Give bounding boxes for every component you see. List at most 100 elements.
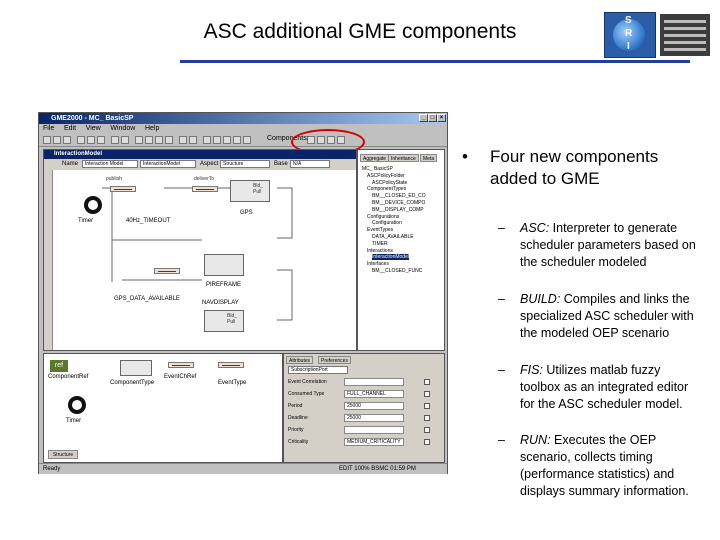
main-bullet: • Four new components added to GME [462,146,702,190]
attribute-checkbox[interactable] [424,439,430,445]
tab-meta[interactable]: Meta [420,154,438,162]
deliver-event-channel[interactable] [192,186,218,192]
attribute-checkbox[interactable] [424,403,430,409]
cut-icon[interactable] [77,136,85,144]
tab-inheritance[interactable]: Inheritance [388,154,419,162]
tree-item[interactable]: Configuration [372,220,402,226]
model-header: Name Interaction Model InteractionModel … [44,159,356,170]
fis-text: Utilizes matlab fuzzy toolbox as an inte… [520,363,689,411]
tab-preferences[interactable]: Preferences [318,356,351,364]
sub-bullet-fis: – FIS: Utilizes matlab fuzzy toolbox as … [498,363,689,411]
pireframe-label: PIREFRAME [206,282,242,288]
minimize-button[interactable]: _ [419,114,428,122]
attribute-checkbox[interactable] [424,415,430,421]
timeout-event-channel[interactable] [110,186,136,192]
event-ch-ref-part[interactable] [168,362,194,368]
tree-item[interactable]: EventTypes [367,227,393,233]
attribute-value-field[interactable]: 25000 [344,402,404,410]
tree-item[interactable]: Interactions [367,248,393,254]
aspect-select[interactable]: Structure [220,160,270,168]
navigate-down-icon[interactable] [213,136,221,144]
base-label: Base [274,161,288,167]
check-icon[interactable] [233,136,241,144]
tree-item[interactable]: TIMER [372,241,388,247]
navdisplay-component[interactable]: Bld_ Pull [204,310,244,332]
menu-file[interactable]: File [43,125,54,132]
tree-item[interactable]: ASCPolicyState [372,180,407,186]
timer-clock-icon[interactable] [84,196,102,214]
disconnect-icon[interactable] [165,136,173,144]
help-icon[interactable] [189,136,197,144]
new-icon[interactable] [43,136,51,144]
tree-item[interactable]: InteractionModel [372,254,409,261]
tree-item[interactable]: Interfaces [367,261,389,267]
port-name-field: SubscriptionPort [288,366,348,374]
close-button[interactable]: × [437,114,446,122]
layout-icon[interactable] [223,136,231,144]
tab-attributes[interactable]: Attributes [286,356,314,364]
tab-aggregate[interactable]: Aggregate [360,154,390,162]
attribute-row: Period 25000 [288,402,438,411]
status-indicators: EDIT 100% BSMC 01:59 PM [339,466,416,472]
attribute-value-field[interactable]: 25000 [344,414,404,422]
attribute-value-field[interactable] [344,378,404,386]
component-ref-part[interactable]: ref [50,360,68,372]
component-type-label: ComponentType [110,380,155,386]
logo-letter-i: I [627,41,630,52]
status-bar: Ready EDIT 100% BSMC 01:59 PM [39,463,447,474]
undo-icon[interactable] [111,136,119,144]
tree-item[interactable]: Configurations [367,214,399,220]
tree-item[interactable]: MC_ BasicSP [362,166,393,172]
tree-item[interactable]: BM__DEVICE_COMPO [372,200,425,206]
redo-icon[interactable] [121,136,129,144]
tree-item[interactable]: ASCPolicyFolder [367,173,405,179]
attribute-row: Deadline 25000 [288,414,438,423]
pireframe-component[interactable] [204,254,244,276]
attribute-value-field[interactable] [344,426,404,434]
grid-icon[interactable] [145,136,153,144]
menu-window[interactable]: Window [110,125,135,132]
open-icon[interactable] [53,136,61,144]
paste-icon[interactable] [97,136,105,144]
gps-bld-pull-label: Bld_ Pull [253,183,264,195]
copy-icon[interactable] [87,136,95,144]
tree-item[interactable]: DATA_AVAILABLE [372,234,414,240]
attribute-row: Priority [288,426,438,435]
attribute-key: Period [288,403,303,409]
component-type-part[interactable] [120,360,152,376]
attribute-checkbox[interactable] [424,379,430,385]
menu-edit[interactable]: Edit [64,125,76,132]
menu-view[interactable]: View [86,125,101,132]
gme-titlebar: GME2000 - MC_ BasicSP _ □ × [39,113,447,124]
structure-tab[interactable]: Structure [48,450,78,459]
sub-bullet-build: – BUILD: Compiles and links the speciali… [498,292,694,340]
attribute-checkbox[interactable] [424,391,430,397]
maximize-button[interactable]: □ [428,114,437,122]
attribute-value-field[interactable]: MEDIUM_CRITICALITY [344,438,404,446]
attribute-row: Consumed Type FULL_CHANNEL [288,390,438,399]
menu-help[interactable]: Help [145,125,159,132]
gme-menubar: File Edit View Window Help [39,124,447,134]
print-icon[interactable] [179,136,187,144]
gme-window: GME2000 - MC_ BasicSP _ □ × File Edit Vi… [38,112,448,474]
name-field[interactable]: Interaction Model [82,160,138,168]
interpret-icon[interactable] [243,136,251,144]
connect-icon[interactable] [155,136,163,144]
tree-item[interactable]: BM__DISPLAY_COMP [372,207,424,213]
kind-field: InteractionModel [140,160,196,168]
tree-item[interactable]: BM__CLOSED_FUNC [372,268,422,274]
zoom-icon[interactable] [135,136,143,144]
save-icon[interactable] [63,136,71,144]
data-event-channel[interactable] [154,268,180,274]
build-lead: BUILD: [520,292,561,306]
tree-item[interactable]: ComponentTypes [367,186,406,192]
deliverto-port-label: deliverTo [194,176,215,182]
timer-part-icon[interactable] [68,396,86,414]
navigate-up-icon[interactable] [203,136,211,144]
event-type-part[interactable] [218,362,244,368]
attribute-value-field[interactable]: FULL_CHANNEL [344,390,404,398]
attribute-checkbox[interactable] [424,427,430,433]
gps-component[interactable]: Bld_ Pull [230,180,270,202]
gme-toolbar [39,134,447,147]
tree-item[interactable]: BM__CLOSED_ED_CO [372,193,426,199]
